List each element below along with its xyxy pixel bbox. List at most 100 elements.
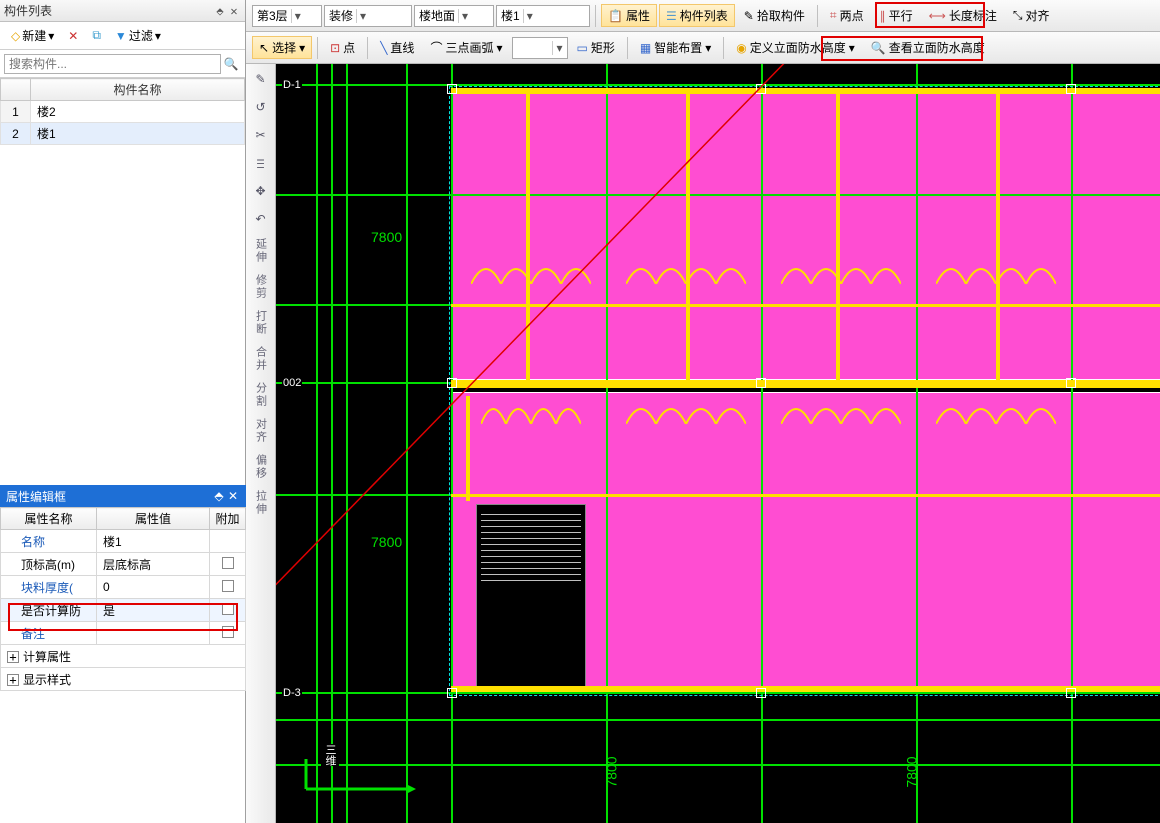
checkbox[interactable] — [222, 603, 234, 615]
vtool-label[interactable]: 打断 — [253, 310, 269, 336]
pin-icon[interactable]: ⬘ — [213, 4, 227, 18]
vtool-label[interactable]: 对齐 — [253, 418, 269, 444]
chevron-down-icon: ▾ — [48, 29, 54, 43]
ruler-icon: ⟷ — [929, 9, 946, 23]
item-combo[interactable]: 楼1▾ — [496, 5, 590, 27]
expand-icon[interactable]: + — [7, 674, 19, 686]
col-value: 属性值 — [97, 508, 210, 530]
vtool-label[interactable]: 合并 — [253, 346, 269, 372]
chevron-down-icon: ▾ — [458, 9, 468, 23]
dimension-text: 7800 — [371, 534, 402, 550]
checkbox[interactable] — [222, 557, 234, 569]
align-icon: ⤡ — [1013, 8, 1023, 23]
table-row[interactable]: 1 楼2 — [1, 101, 245, 123]
line-icon: ╲ — [380, 41, 387, 55]
filter-label: 过滤 — [129, 27, 153, 44]
drawing-canvas[interactable]: 7800 7800 7800 7800 D-1 002 D-3 三维 — [276, 64, 1160, 823]
chevron-down-icon: ▾ — [705, 41, 711, 55]
component-table: 构件名称 1 楼2 2 楼1 — [0, 78, 245, 145]
select-button[interactable]: ↖选择▾ — [252, 36, 312, 59]
parallel-button[interactable]: ∥平行 — [873, 4, 920, 27]
vtool-label[interactable]: 偏移 — [253, 454, 269, 480]
search-icon[interactable]: 🔍 — [221, 57, 241, 71]
dimension-text: 7800 — [371, 229, 402, 245]
close-icon[interactable]: ✕ — [226, 489, 240, 503]
table-row[interactable]: 2 楼1 — [1, 123, 245, 145]
linestyle-combo[interactable]: ▾ — [512, 37, 568, 59]
component-list-header: 构件列表 ⬘ ✕ — [0, 0, 245, 22]
prop-row[interactable]: 顶标高(m) 层底标高 — [1, 553, 246, 576]
checkbox[interactable] — [222, 626, 234, 638]
list-icon: ☰ — [666, 9, 677, 23]
prop-group[interactable]: +计算属性 — [1, 645, 246, 668]
category-combo[interactable]: 装修▾ — [324, 5, 412, 27]
vtool-label[interactable]: 拉伸 — [253, 490, 269, 516]
chevron-down-icon: ▾ — [552, 41, 562, 55]
smart-icon: ▦ — [640, 41, 651, 55]
prop-row[interactable]: 是否计算防 是 — [1, 599, 246, 622]
chevron-down-icon: ▾ — [356, 9, 366, 23]
prop-row[interactable]: 名称 楼1 — [1, 530, 246, 553]
rect-button[interactable]: ▭矩形 — [570, 36, 622, 59]
attrs-button[interactable]: 📋属性 — [601, 4, 657, 27]
checkbox[interactable] — [222, 580, 234, 592]
funnel-icon: ▼ — [115, 29, 127, 43]
col-name: 属性名称 — [1, 508, 97, 530]
component-header: 构件名称 — [31, 79, 245, 101]
filter-button[interactable]: ▼ 过滤 ▾ — [110, 24, 166, 47]
brush-icon[interactable]: ✎ — [250, 68, 272, 90]
move-icon[interactable]: ✥ — [250, 180, 272, 202]
copy-button[interactable]: ⧉ — [87, 25, 106, 46]
grid-icon: ⌗ — [830, 8, 837, 23]
cursor-icon: ↖ — [259, 41, 269, 55]
ribbon-context: 第3层▾ 装修▾ 楼地面▾ 楼1▾ 📋属性 ☰构件列表 ✎拾取构件 ⌗两点 ∥平… — [246, 0, 1160, 32]
property-table: 属性名称 属性值 附加 名称 楼1 顶标高(m) 层底标高 块料厚度( 0 是否… — [0, 507, 246, 691]
length-dim-button[interactable]: ⟷长度标注 — [922, 4, 1004, 27]
grid-label: D-1 — [282, 79, 302, 91]
attrs-icon: 📋 — [608, 9, 623, 23]
search-input[interactable] — [4, 54, 221, 74]
twopoint-button[interactable]: ⌗两点 — [823, 4, 871, 27]
pin-icon[interactable]: ⬘ — [212, 489, 226, 503]
parallel-icon: ∥ — [880, 9, 886, 23]
close-icon[interactable]: ✕ — [227, 4, 241, 18]
chevron-down-icon: ▾ — [299, 41, 305, 55]
delete-button[interactable]: ✕ — [63, 26, 83, 46]
chevron-down-icon: ▾ — [523, 9, 533, 23]
vtool-label[interactable]: 分割 — [253, 382, 269, 408]
view-waterproof-button[interactable]: 🔍查看立面防水高度 — [864, 36, 992, 59]
property-editor-header: 属性编辑框 ⬘ ✕ — [0, 485, 246, 507]
arc3pt-button[interactable]: ⌒三点画弧▾ — [423, 36, 509, 59]
grid-label: 002 — [282, 377, 302, 389]
chevron-down-icon: ▾ — [155, 29, 161, 43]
define-waterproof-button[interactable]: ◉定义立面防水高度▾ — [729, 36, 862, 59]
align-button[interactable]: ⤡对齐 — [1006, 4, 1057, 27]
prop-row[interactable]: 块料厚度( 0 — [1, 576, 246, 599]
chevron-down-icon: ▾ — [849, 41, 855, 55]
new-button[interactable]: ◇ 新建 ▾ — [6, 24, 59, 47]
property-editor-title: 属性编辑框 — [6, 488, 212, 505]
chevron-down-icon: ▾ — [496, 41, 502, 55]
mirror-icon[interactable]: Ⲷ — [250, 152, 272, 174]
floor-combo[interactable]: 第3层▾ — [252, 5, 322, 27]
pick-button[interactable]: ✎拾取构件 — [737, 4, 812, 27]
prop-group[interactable]: +显示样式 — [1, 668, 246, 691]
vertical-toolbar: ✎ ↺ ✂ Ⲷ ✥ ↶ 延伸 修剪 打断 合并 分割 对齐 偏移 拉伸 — [246, 64, 276, 823]
scissors-icon[interactable]: ✂ — [250, 124, 272, 146]
subtype-combo[interactable]: 楼地面▾ — [414, 5, 494, 27]
component-list-title: 构件列表 — [4, 2, 213, 19]
point-button[interactable]: ⊡点 — [323, 36, 362, 59]
wand-icon: ✎ — [744, 9, 754, 23]
expand-icon[interactable]: + — [7, 651, 19, 663]
prop-row[interactable]: 备注 — [1, 622, 246, 645]
component-list-button[interactable]: ☰构件列表 — [659, 4, 735, 27]
rotate-icon[interactable]: ↺ — [250, 96, 272, 118]
undo-icon[interactable]: ↶ — [250, 208, 272, 230]
rect-icon: ▭ — [577, 41, 588, 55]
smart-layout-button[interactable]: ▦智能布置▾ — [633, 36, 718, 59]
vtool-label[interactable]: 修剪 — [253, 274, 269, 300]
new-label: 新建 — [22, 27, 46, 44]
grid-label: D-3 — [282, 687, 302, 699]
vtool-label[interactable]: 延伸 — [253, 238, 269, 264]
line-button[interactable]: ╲直线 — [373, 36, 421, 59]
